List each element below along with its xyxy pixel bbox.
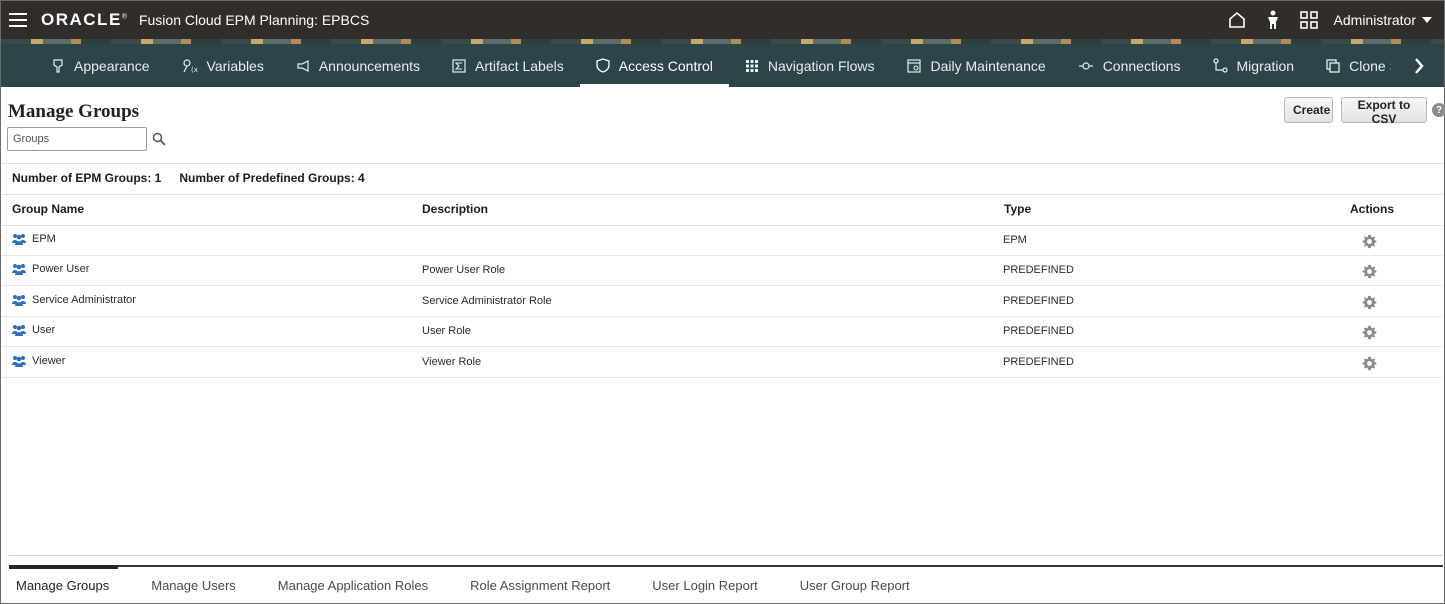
- group-type: PREDEFINED: [1003, 356, 1074, 368]
- grid-icon: [745, 59, 758, 72]
- user-menu[interactable]: Administrator: [1334, 12, 1432, 28]
- page-title: Manage Groups: [8, 101, 140, 122]
- nav-daily-maintenance[interactable]: Daily Maintenance: [891, 44, 1062, 87]
- svg-text:(x): (x): [191, 66, 198, 73]
- nav-clone-snapshot[interactable]: Clone Sna: [1310, 44, 1391, 87]
- appearance-icon: [53, 58, 63, 73]
- table-row[interactable]: EPM EPM: [2, 226, 1443, 256]
- gear-icon[interactable]: [1362, 325, 1377, 340]
- accessibility-icon[interactable]: [1262, 9, 1284, 31]
- column-header-actions: Actions: [1350, 202, 1395, 216]
- tab-manage-application-roles[interactable]: Manage Application Roles: [257, 567, 449, 603]
- predefined-groups-count: Number of Predefined Groups: 4: [179, 171, 365, 185]
- gear-icon[interactable]: [1362, 234, 1377, 249]
- column-header-description[interactable]: Description: [422, 202, 488, 216]
- group-name: User: [32, 324, 56, 336]
- tab-role-assignment-report[interactable]: Role Assignment Report: [449, 567, 631, 603]
- nav-next-button[interactable]: [1394, 44, 1444, 87]
- gear-icon[interactable]: [1362, 264, 1377, 279]
- nav-announcements[interactable]: Announcements: [280, 44, 436, 87]
- menu-icon[interactable]: [9, 13, 27, 27]
- tab-manage-groups[interactable]: Manage Groups: [9, 565, 130, 603]
- clone-icon: [1326, 58, 1340, 73]
- megaphone-icon: [297, 59, 309, 72]
- group-type: PREDEFINED: [1003, 264, 1074, 276]
- caret-down-icon: [1422, 17, 1432, 23]
- nav-appearance[interactable]: Appearance: [35, 44, 166, 87]
- search-icon[interactable]: [151, 131, 167, 147]
- sigma-icon: [452, 58, 466, 73]
- group-icon: [12, 295, 26, 306]
- app-title: Fusion Cloud EPM Planning: EPBCS: [138, 12, 370, 28]
- table-row[interactable]: User User Role PREDEFINED: [2, 317, 1443, 347]
- group-icon: [12, 325, 26, 336]
- variables-icon: (x): [182, 58, 198, 73]
- group-description: Power User Role: [422, 264, 506, 276]
- nav-artifact-labels[interactable]: Artifact Labels: [436, 44, 580, 87]
- shield-icon: [596, 58, 610, 73]
- calendar-gear-icon: [906, 59, 921, 73]
- tab-user-login-report[interactable]: User Login Report: [631, 567, 779, 603]
- user-name: Administrator: [1333, 12, 1416, 28]
- connections-icon: [1078, 61, 1093, 70]
- group-icon: [12, 264, 26, 275]
- group-description: User Role: [422, 325, 471, 337]
- nav-navigation-flows[interactable]: Navigation Flows: [729, 44, 891, 87]
- table-row[interactable]: Power User Power User Role PREDEFINED: [2, 256, 1443, 286]
- group-description: Viewer Role: [422, 356, 482, 368]
- group-description: Service Administrator Role: [422, 295, 552, 307]
- group-name: Service Administrator: [32, 294, 136, 306]
- divider: [9, 555, 1443, 556]
- chevron-right-icon: [1415, 57, 1424, 74]
- table-row[interactable]: Viewer Viewer Role PREDEFINED: [2, 348, 1443, 378]
- nav-variables[interactable]: (x) Variables: [166, 44, 280, 87]
- home-icon[interactable]: [1226, 9, 1248, 31]
- create-button[interactable]: Create: [1284, 97, 1333, 123]
- group-type: PREDEFINED: [1003, 295, 1074, 307]
- nav-access-control[interactable]: Access Control: [579, 44, 730, 87]
- group-type: EPM: [1003, 234, 1027, 246]
- bottom-tabs: Manage Groups Manage Users Manage Applic…: [9, 565, 931, 603]
- divider: [2, 163, 1443, 164]
- gear-icon[interactable]: [1362, 295, 1377, 310]
- migration-icon: [1212, 58, 1228, 73]
- navigator-grid-icon[interactable]: [1298, 9, 1320, 31]
- group-search-input[interactable]: [7, 127, 147, 151]
- group-name: EPM: [32, 233, 56, 245]
- group-name: Viewer: [32, 355, 66, 367]
- tab-user-group-report[interactable]: User Group Report: [779, 567, 931, 603]
- epm-groups-count: Number of EPM Groups: 1: [12, 171, 162, 185]
- nav-connections[interactable]: Connections: [1062, 44, 1197, 87]
- group-type: PREDEFINED: [1003, 325, 1074, 337]
- nav-migration[interactable]: Migration: [1197, 44, 1311, 87]
- oracle-logo: ORACLE®: [41, 10, 127, 29]
- help-icon[interactable]: ?: [1432, 103, 1445, 117]
- column-header-type[interactable]: Type: [1004, 202, 1031, 216]
- gear-icon[interactable]: [1362, 356, 1377, 371]
- group-name: Power User: [32, 263, 90, 275]
- table-row[interactable]: Service Administrator Service Administra…: [2, 287, 1443, 317]
- top-header: ORACLE® Fusion Cloud EPM Planning: EPBCS…: [1, 1, 1444, 39]
- export-csv-button[interactable]: Export to CSV: [1341, 97, 1427, 126]
- group-icon: [12, 356, 26, 367]
- tab-manage-users[interactable]: Manage Users: [130, 567, 257, 603]
- column-header-group-name[interactable]: Group Name: [12, 202, 84, 216]
- settings-navbar: Appearance (x) Variables Announcements A…: [1, 44, 1444, 87]
- group-counts: Number of EPM Groups: 1 Number of Predef…: [12, 171, 365, 185]
- group-icon: [12, 234, 26, 245]
- group-search: [7, 127, 167, 151]
- divider: [2, 194, 1443, 195]
